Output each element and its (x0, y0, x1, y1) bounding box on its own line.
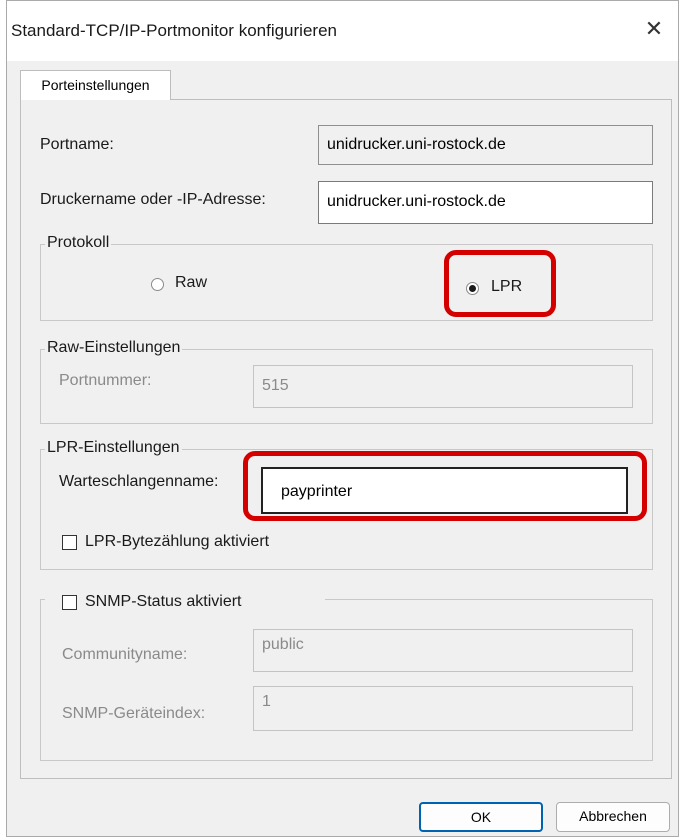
portnumber-label: Portnummer: (59, 372, 152, 389)
lpr-settings-title: LPR-Einstellungen (45, 439, 182, 457)
snmp-index-value: 1 (262, 693, 271, 710)
lpr-bytecount-label[interactable]: LPR-Bytezählung aktiviert (85, 533, 269, 551)
portnumber-input: 515 (253, 365, 633, 408)
cancel-button[interactable]: Abbrechen (556, 802, 670, 832)
host-input[interactable]: unidrucker.uni-rostock.de (318, 181, 653, 224)
highlight-lpr (444, 250, 556, 317)
snmp-checkbox[interactable] (62, 595, 77, 610)
protocol-group-title: Protokoll (45, 234, 112, 252)
snmp-group (40, 599, 653, 761)
snmp-label[interactable]: SNMP-Status aktiviert (85, 593, 241, 611)
portname-field: unidrucker.uni-rostock.de (318, 125, 653, 165)
highlight-queue (243, 451, 647, 521)
snmp-index-label: SNMP-Geräteindex: (62, 705, 206, 722)
community-label: Communityname: (62, 646, 188, 663)
window-title: Standard-TCP/IP-Portmonitor konfiguriere… (11, 21, 337, 40)
raw-radio[interactable] (151, 278, 164, 291)
raw-settings-title: Raw-Einstellungen (45, 339, 183, 357)
close-icon[interactable]: ✕ (640, 15, 668, 43)
protocol-group (40, 244, 653, 321)
tab-porteinstellungen[interactable]: Porteinstellungen (20, 70, 171, 100)
host-label: Druckername oder -IP-Adresse: (40, 191, 266, 208)
community-input: public (253, 629, 633, 672)
lpr-bytecount-checkbox[interactable] (62, 535, 77, 550)
dialog-window: Standard-TCP/IP-Portmonitor konfiguriere… (6, 0, 679, 837)
community-value: public (262, 636, 304, 653)
portname-label: Portname: (40, 136, 114, 153)
host-value: unidrucker.uni-rostock.de (327, 193, 506, 210)
snmp-index-input: 1 (253, 686, 633, 731)
ok-button[interactable]: OK (419, 802, 543, 832)
title-bar: Standard-TCP/IP-Portmonitor konfiguriere… (7, 1, 678, 61)
raw-radio-label[interactable]: Raw (175, 274, 207, 292)
queue-label: Warteschlangenname: (59, 473, 219, 490)
portname-value: unidrucker.uni-rostock.de (327, 136, 506, 153)
portnumber-value: 515 (262, 377, 289, 394)
